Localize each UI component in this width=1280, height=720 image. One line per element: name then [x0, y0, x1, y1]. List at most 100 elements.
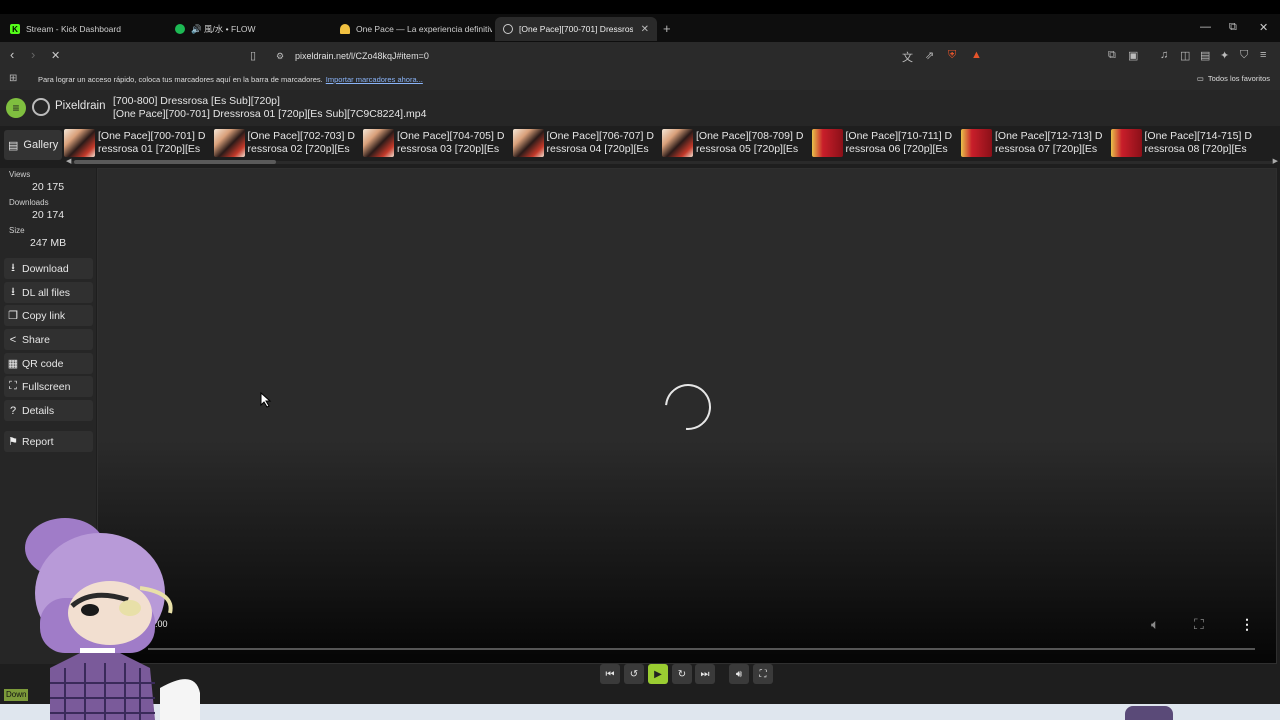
thumbnail-image	[64, 129, 95, 157]
gallery-item-title: [One Pace][710-711] D	[845, 130, 953, 142]
menu-icon[interactable]: ≡	[1260, 49, 1266, 61]
apps-grid-icon[interactable]: ⊞	[9, 73, 17, 84]
vpn-icon[interactable]: ⛉	[1240, 49, 1248, 62]
page-header: ≡ Pixeldrain [700-800] Dressrosa [Es Sub…	[0, 90, 1280, 126]
gallery-item-title: ressrosa 05 [720p][Es	[696, 143, 799, 155]
site-name[interactable]: Pixeldrain	[55, 100, 106, 112]
stop-loading-icon[interactable]: ✕	[51, 49, 60, 62]
previous-icon[interactable]: ⏮	[600, 664, 620, 684]
views-value: 20 175	[32, 181, 65, 193]
gallery-item[interactable]: [One Pace][702-703] Dressrosa 02 [720p][…	[213, 127, 362, 159]
thumbnail-image	[213, 129, 245, 157]
gallery-item-title: ressrosa 02 [720p][Es	[247, 143, 350, 155]
gallery-item[interactable]: [One Pace][704-705] Dressrosa 03 [720p][…	[363, 127, 511, 159]
gallery-item[interactable]: [One Pace][706-707] Dressrosa 04 [720p][…	[512, 127, 661, 159]
gallery-item-title: [One Pace][702-703] D	[247, 130, 355, 142]
action-label: DL all files	[22, 286, 71, 299]
extensions-icon[interactable]: ⧉	[1108, 49, 1116, 62]
forward-icon[interactable]: ›	[31, 47, 35, 62]
scroll-right-icon[interactable]: ▶	[1273, 157, 1278, 165]
download-icon: ⭳	[11, 262, 15, 274]
rewind-icon[interactable]: ↺	[624, 664, 644, 684]
screenshot-icon[interactable]: ▣	[1128, 49, 1138, 62]
brave-shield-icon[interactable]: ⛨	[948, 49, 956, 62]
gallery-item-title: ressrosa 03 [720p][Es	[397, 143, 500, 155]
video-player[interactable]: 0:00 🔈︎ ⛶ ⋮	[97, 168, 1277, 664]
tab-pixeldrain[interactable]: [One Pace][700-701] Dressrosa 0 ✕	[495, 17, 657, 41]
report-button[interactable]: ⚑ Report	[4, 431, 93, 452]
scrollbar-thumb[interactable]	[74, 160, 276, 164]
download-button[interactable]: ⭳ Download	[4, 258, 93, 279]
downloads-value: 20 174	[32, 209, 65, 221]
close-tab-icon[interactable]: ✕	[641, 24, 649, 35]
tab-one-pace[interactable]: One Pace — La experiencia definitiva	[332, 17, 492, 41]
back-icon[interactable]: ‹	[10, 47, 14, 62]
gallery-item[interactable]: [One Pace][712-713] Dressrosa 07 [720p][…	[961, 127, 1109, 159]
pixeldrain-logo-icon[interactable]	[32, 98, 50, 116]
dl-all-files-button[interactable]: ⭳ DL all files	[4, 282, 93, 303]
next-icon[interactable]: ⏭	[695, 664, 715, 684]
minimize-icon[interactable]: —	[1200, 21, 1211, 33]
thumbnail-image	[811, 129, 843, 157]
scroll-left-icon[interactable]: ◀	[66, 157, 71, 165]
media-icon[interactable]: ♫	[1160, 49, 1168, 61]
tab-kick[interactable]: K Stream - Kick Dashboard	[2, 17, 167, 41]
sidebar-icon[interactable]: ◫	[1180, 49, 1190, 62]
address-bar: ‹ › ✕ ▯ ⚙ pixeldrain.net/l/CZo48kqJ#item…	[0, 42, 1280, 70]
hamburger-menu-icon[interactable]: ≡	[6, 98, 26, 118]
download-all-icon: ⭳	[11, 286, 15, 298]
gallery-item-title: [One Pace][700-701] D	[98, 130, 206, 142]
mute-icon[interactable]: 🔊︎	[729, 664, 749, 684]
thumbnail-image	[1110, 129, 1142, 157]
action-label: Copy link	[22, 309, 66, 322]
mouse-cursor-icon	[260, 392, 272, 408]
album-title: [700-800] Dressrosa [Es Sub][720p]	[113, 95, 280, 107]
fullscreen-button[interactable]: ⛶ Fullscreen	[4, 376, 93, 397]
action-label: Share	[22, 333, 51, 346]
copy-link-button[interactable]: ❐ Copy link	[4, 305, 93, 326]
gallery-button[interactable]: ▤ Gallery	[4, 130, 62, 160]
share-button[interactable]: < Share	[4, 329, 93, 350]
player-fullscreen-icon[interactable]: ⛶	[753, 664, 773, 684]
details-button[interactable]: ? Details	[4, 400, 93, 421]
bookmark-icon[interactable]: ▯	[250, 49, 256, 62]
video-fullscreen-icon[interactable]: ⛶	[1194, 616, 1204, 633]
leo-icon[interactable]: ✦	[1220, 49, 1229, 62]
qr-code-button[interactable]: ▦ QR code	[4, 353, 93, 374]
translate-icon[interactable]: 文	[902, 49, 913, 65]
video-progress-bar[interactable]	[148, 648, 1255, 650]
more-options-icon[interactable]: ⋮	[1240, 616, 1254, 633]
file-name: [One Pace][700-701] Dressrosa 01 [720p][…	[113, 108, 427, 120]
restore-icon[interactable]: ⧉	[1229, 21, 1237, 34]
volume-icon[interactable]: 🔈︎	[1151, 616, 1159, 633]
flag-icon: ⚑	[8, 436, 18, 448]
all-favorites-button[interactable]: ▭ Todos los favoritos	[1197, 74, 1270, 83]
new-tab-button[interactable]: +	[663, 21, 671, 36]
forward-seek-icon[interactable]: ↻	[672, 664, 692, 684]
close-window-icon[interactable]: ✕	[1259, 21, 1268, 34]
thumbnail-image	[961, 129, 992, 157]
wallet-icon[interactable]: ▤	[1200, 49, 1210, 62]
all-favorites-label: Todos los favoritos	[1207, 74, 1270, 83]
gallery-item-title: [One Pace][712-713] D	[995, 130, 1103, 142]
gallery-scrollbar[interactable]: ◀ ▶	[64, 157, 1280, 165]
size-label: Size	[9, 226, 25, 235]
gallery-item[interactable]: [One Pace][710-711] Dressrosa 06 [720p][…	[811, 127, 960, 159]
streamer-avatar	[25, 518, 200, 720]
brave-rewards-icon[interactable]: ▲	[971, 49, 982, 61]
gallery-strip: [One Pace][700-701] Dressrosa 01 [720p][…	[64, 127, 1280, 159]
site-info-icon[interactable]: ⚙	[276, 51, 284, 62]
gallery-item-title: ressrosa 04 [720p][Es	[546, 143, 649, 155]
kick-icon: K	[10, 24, 20, 34]
tab-title: 🔊 風/水 • FLOW	[191, 24, 256, 34]
import-bookmarks-link[interactable]: Importar marcadores ahora...	[326, 75, 423, 84]
tab-title: One Pace — La experiencia definitiva	[356, 24, 492, 34]
share-page-icon[interactable]: ⇗	[925, 49, 934, 62]
pixeldrain-icon	[503, 24, 513, 34]
tab-spotify[interactable]: 🔊 風/水 • FLOW	[167, 17, 332, 41]
url-field[interactable]: pixeldrain.net/l/CZo48kqJ#item=0	[295, 51, 429, 61]
gallery-item[interactable]: [One Pace][700-701] Dressrosa 01 [720p][…	[64, 127, 212, 159]
play-icon[interactable]: ▶	[648, 664, 668, 684]
gallery-item[interactable]: [One Pace][708-709] Dressrosa 05 [720p][…	[662, 127, 810, 159]
gallery-item[interactable]: [One Pace][714-715] Dressrosa 08 [720p][…	[1110, 127, 1259, 159]
